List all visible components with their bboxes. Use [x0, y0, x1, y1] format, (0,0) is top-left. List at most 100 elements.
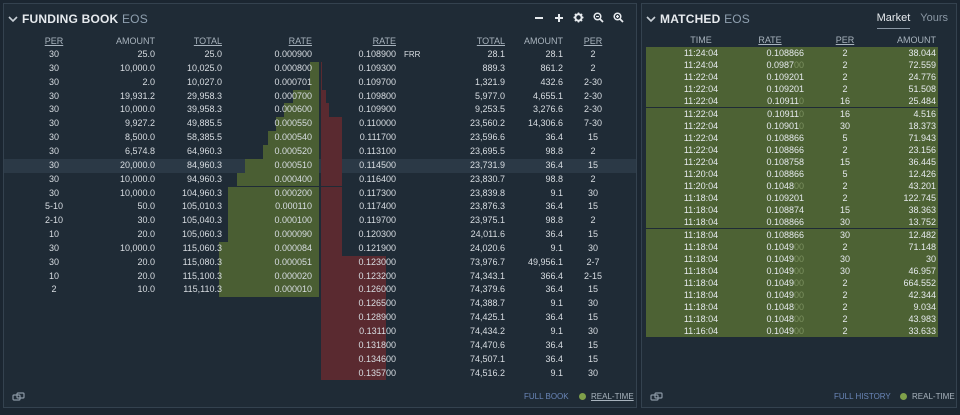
chain-link-icon[interactable] [650, 392, 664, 402]
book-row[interactable]: 0.128900 74,425.1 36.4 15 [4, 311, 636, 325]
book-row[interactable]: 0.134600 74,507.1 36.4 15 [4, 352, 636, 367]
book-row[interactable]: 30 2.0 10,027.0 0.000701 0.109700 1,321.9 432.… [4, 75, 636, 90]
matched-row[interactable]: 11:22:04 0.109010 30 18.373 [646, 119, 938, 132]
bid-rate-cell: 0.000900 [274, 49, 312, 59]
book-row[interactable]: 30 25.0 25.0 0.000900 0.108900 FRR 28.1 28.1 2 [4, 48, 636, 62]
matched-title[interactable]: MATCHED EOS [646, 12, 750, 26]
bid-rate-cell: 0.000400 [274, 173, 312, 184]
ask-total-cell: 74,507.1 [469, 353, 505, 364]
book-row[interactable]: 0.135700 74,516.2 9.1 30 [4, 366, 636, 381]
ask-per-cell: 15 [587, 353, 598, 364]
book-row[interactable]: 30 6,574.8 64,960.3 0.000520 0.113100 23,695.… [4, 144, 636, 159]
gear-icon[interactable] [573, 12, 584, 23]
matched-row[interactable]: 11:18:04 0.104800 2 9.034 [646, 301, 938, 314]
book-row[interactable]: 0.131100 74,434.2 9.1 30 [4, 325, 636, 339]
realtime-indicator-icon [900, 393, 907, 401]
tab-market[interactable]: Market [876, 12, 911, 29]
book-row[interactable]: 30 20.0 115,080.3 0.000051 0.123000 73,976.7 4… [4, 255, 636, 270]
ask-per-header[interactable]: PER [578, 36, 608, 46]
book-row[interactable]: 30 9,927.2 49,885.5 0.000550 0.110000 23,560.… [4, 117, 636, 132]
per-cell: 30 [839, 265, 850, 276]
book-row[interactable]: 30 10,000.0 115,060.3 0.000084 0.121900 24,02… [4, 241, 636, 256]
per-cell: 16 [839, 108, 850, 119]
matched-row[interactable]: 11:22:04 0.108866 5 71.943 [646, 131, 938, 144]
book-row[interactable]: 30 8,500.0 58,385.5 0.000540 0.111700 23,596.… [4, 131, 636, 145]
matched-row[interactable]: 11:22:04 0.109110 16 4.516 [646, 107, 938, 120]
bid-amount-header[interactable]: AMOUNT [99, 36, 155, 46]
matched-column-headers: TIME RATE PER AMOUNT [646, 35, 938, 46]
book-row[interactable]: 30 10,000.0 10,025.0 0.000800 0.109300 889.3 8… [4, 61, 636, 76]
book-row[interactable]: 30 10,000.0 104,960.3 0.000200 0.117300 23,83… [4, 186, 636, 201]
matched-row[interactable]: 11:22:04 0.109110 16 25.484 [646, 95, 938, 108]
book-row[interactable]: 0.126500 74,388.7 9.1 30 [4, 297, 636, 312]
chevron-down-icon[interactable] [646, 15, 660, 26]
chevron-down-icon[interactable] [8, 15, 22, 26]
ask-rate-cell: 0.111700 [359, 132, 396, 143]
book-row[interactable]: 0.131800 74,470.6 36.4 15 [4, 338, 636, 353]
ask-amount-cell: 3,276.6 [532, 104, 563, 115]
matched-row[interactable]: 11:18:04 0.104800 2 43.983 [646, 313, 938, 326]
book-row[interactable]: 2 10.0 115,110.3 0.000010 0.126000 74,379.6 36… [4, 283, 636, 298]
time-header[interactable]: TIME [681, 35, 721, 45]
bid-per-header[interactable]: PER [42, 36, 66, 46]
full-book-link[interactable]: FULL BOOK [524, 392, 569, 401]
book-row[interactable]: 2-10 30.0 105,040.3 0.000100 0.119700 23,975.… [4, 214, 636, 229]
bid-rate-cell: 0.000090 [274, 229, 312, 240]
plus-icon[interactable] [553, 12, 564, 23]
zoom-out-icon[interactable] [593, 12, 604, 23]
matched-row[interactable]: 11:18:04 0.104900 2 71.148 [646, 240, 938, 253]
funding-book-title[interactable]: FUNDING BOOK EOS [8, 12, 148, 26]
matched-realtime-toggle[interactable]: REAL-TIME [900, 392, 955, 401]
matched-row[interactable]: 11:18:04 0.108866 30 12.482 [646, 228, 938, 241]
book-row[interactable]: 30 10,000.0 94,960.3 0.000400 0.116400 23,830… [4, 172, 636, 187]
matched-row[interactable]: 11:22:04 0.108758 15 36.445 [646, 155, 938, 168]
matched-row[interactable]: 11:22:04 0.108866 2 23.156 [646, 143, 938, 156]
matched-row[interactable]: 11:18:04 0.108866 30 13.752 [646, 216, 938, 229]
bid-rate-header[interactable]: RATE [254, 36, 312, 46]
matched-row[interactable]: 11:18:04 0.109201 2 122.745 [646, 192, 938, 205]
ask-amount-header[interactable]: AMOUNT [507, 36, 563, 46]
book-row[interactable]: 10 20.0 105,060.3 0.000090 0.120300 24,011.6 3… [4, 228, 636, 242]
per-header[interactable]: PER [833, 35, 857, 45]
ask-rate-header[interactable]: RATE [338, 36, 396, 46]
full-history-link[interactable]: FULL HISTORY [834, 392, 891, 401]
matched-row[interactable]: 11:18:04 0.108874 15 38.363 [646, 204, 938, 217]
matched-row[interactable]: 11:18:04 0.104900 30 46.957 [646, 264, 938, 277]
rate-main-text: 0.109201 [766, 84, 804, 95]
per-cell: 15 [839, 156, 850, 167]
amount-header[interactable]: AMOUNT [886, 35, 936, 45]
bid-amount-cell: 20.0 [137, 256, 155, 267]
matched-row[interactable]: 11:20:04 0.108866 5 12.426 [646, 168, 938, 181]
book-row[interactable]: 30 20,000.0 84,960.3 0.000510 0.114500 23,731… [4, 158, 636, 173]
matched-row[interactable]: 11:18:04 0.104900 2 664.552 [646, 276, 938, 289]
rate-header[interactable]: RATE [750, 35, 790, 45]
matched-row[interactable]: 11:24:04 0.098700 2 72.559 [646, 59, 938, 72]
book-realtime-toggle[interactable]: REAL-TIME [579, 392, 634, 401]
bid-total-cell: 10,027.0 [186, 76, 222, 87]
matched-row[interactable]: 11:24:04 0.108866 2 38.044 [646, 47, 938, 60]
ask-total-header[interactable]: TOTAL [447, 36, 505, 46]
matched-row[interactable]: 11:20:04 0.104800 2 43.201 [646, 180, 938, 193]
ask-per-cell: 15 [587, 312, 598, 323]
ask-total-cell: 74,434.2 [469, 326, 505, 336]
bid-total-header[interactable]: TOTAL [164, 36, 222, 46]
ask-total-cell: 23,731.9 [469, 159, 505, 170]
ask-amount-cell: 98.8 [545, 173, 563, 184]
rate-faded-digits: 00 [793, 60, 804, 71]
bid-rate-cell: 0.000700 [274, 90, 312, 101]
minus-icon[interactable] [533, 12, 544, 23]
book-row[interactable]: 5-10 50.0 105,010.3 0.000110 0.117400 23,876.… [4, 200, 636, 215]
matched-row[interactable]: 11:22:04 0.109201 2 24.776 [646, 71, 938, 84]
book-row[interactable]: 30 10,000.0 39,958.3 0.000600 0.109900 9,253.… [4, 103, 636, 118]
book-row[interactable]: 30 19,931.2 29,958.3 0.000700 0.109800 5,977.… [4, 89, 636, 104]
matched-row[interactable]: 11:22:04 0.109201 2 51.508 [646, 83, 938, 96]
zoom-in-icon[interactable] [613, 12, 624, 23]
matched-row[interactable]: 11:16:04 0.104900 2 33.633 [646, 325, 938, 338]
chain-link-icon[interactable] [12, 392, 26, 402]
rate-main-text: 0.1048 [766, 314, 794, 325]
tab-yours[interactable]: Yours [920, 12, 948, 29]
book-row[interactable]: 10 20.0 115,100.3 0.000020 0.123200 74,343.1 3… [4, 269, 636, 284]
rate-main-text: 0.1048 [766, 302, 794, 313]
matched-row[interactable]: 11:18:04 0.104900 2 42.344 [646, 289, 938, 302]
matched-row[interactable]: 11:18:04 0.104900 30 30 [646, 252, 938, 265]
